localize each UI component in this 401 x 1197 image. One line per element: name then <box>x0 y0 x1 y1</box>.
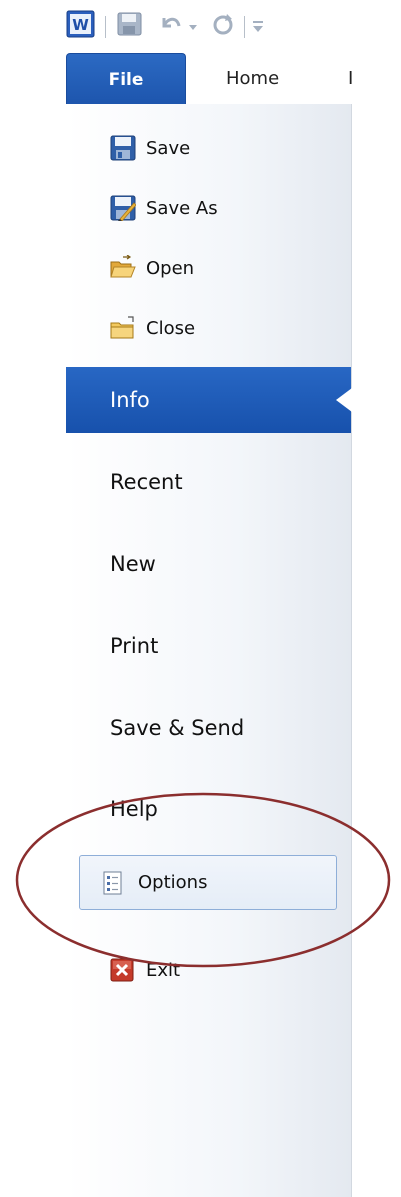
close-command[interactable]: Close <box>66 302 351 354</box>
recent-label: Recent <box>110 470 183 494</box>
save-icon <box>110 135 136 161</box>
exit-icon <box>110 958 134 982</box>
undo-icon[interactable] <box>158 10 184 38</box>
nav-section-print[interactable]: Print <box>66 613 351 679</box>
backstage-nav: Save Save As Open Close Info Recent New … <box>66 104 352 1197</box>
close-label: Close <box>146 317 196 339</box>
redo-icon[interactable] <box>210 10 236 38</box>
print-label: Print <box>110 634 159 658</box>
tab-insert[interactable]: I <box>348 68 353 89</box>
toolbar-separator <box>105 16 106 38</box>
nav-section-help[interactable]: Help <box>66 776 351 842</box>
word-backstage-view: W File Home I Save Save As Open Close In… <box>0 0 401 1197</box>
tab-file[interactable]: File <box>66 53 186 105</box>
nav-section-recent[interactable]: Recent <box>66 449 351 515</box>
options-label: Options <box>138 872 208 893</box>
undo-dropdown-icon[interactable] <box>186 10 200 38</box>
save-send-label: Save & Send <box>110 716 245 740</box>
save-as-command[interactable]: Save As <box>66 182 351 234</box>
options-icon <box>103 871 122 894</box>
new-label: New <box>110 552 156 576</box>
open-command[interactable]: Open <box>66 242 351 294</box>
open-label: Open <box>146 257 195 279</box>
exit-label: Exit <box>146 959 181 981</box>
exit-command[interactable]: Exit <box>66 944 351 996</box>
active-indicator <box>336 388 352 412</box>
customize-toolbar-icon[interactable] <box>250 10 266 38</box>
toolbar-separator <box>244 16 245 38</box>
svg-text:W: W <box>72 16 89 34</box>
open-folder-icon <box>110 255 136 278</box>
word-logo-icon[interactable]: W <box>66 10 96 38</box>
save-command[interactable]: Save <box>66 122 351 174</box>
save-icon[interactable] <box>116 10 144 38</box>
options-button[interactable]: Options <box>79 855 337 910</box>
tab-home[interactable]: Home <box>226 68 279 89</box>
nav-section-info[interactable]: Info <box>66 367 352 433</box>
close-folder-icon <box>110 316 134 339</box>
nav-section-save-send[interactable]: Save & Send <box>66 695 351 761</box>
ribbon-tabs: File Home I <box>66 52 366 105</box>
save-as-label: Save As <box>146 197 218 219</box>
save-label: Save <box>146 137 191 159</box>
help-label: Help <box>110 797 158 821</box>
nav-section-new[interactable]: New <box>66 531 351 597</box>
save-as-icon <box>110 195 136 221</box>
quick-access-toolbar: W <box>66 8 366 42</box>
info-label: Info <box>110 388 150 412</box>
